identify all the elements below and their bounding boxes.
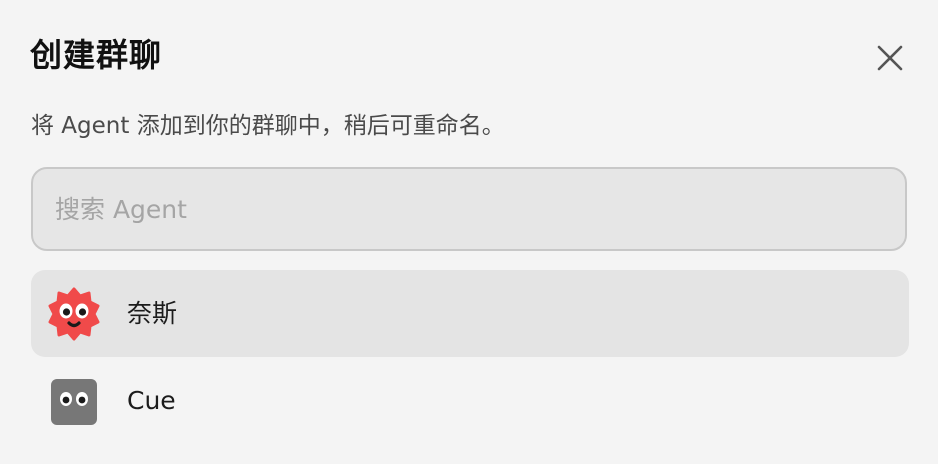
- dialog-subtitle: 将 Agent 添加到你的群聊中，稍后可重命名。: [31, 113, 505, 139]
- agent-item-cue[interactable]: Cue: [31, 357, 909, 444]
- close-icon: [877, 45, 903, 71]
- search-agent-input[interactable]: [31, 167, 907, 251]
- close-button[interactable]: [872, 40, 908, 76]
- red-flower-face-icon: [47, 287, 101, 341]
- agent-item-nice[interactable]: 奈斯: [31, 270, 909, 357]
- create-group-chat-dialog: 创建群聊 将 Agent 添加到你的群聊中，稍后可重命名。 奈斯: [0, 0, 938, 464]
- agent-name: Cue: [127, 386, 176, 415]
- agent-name: 奈斯: [127, 299, 178, 328]
- gray-square-eyes-icon: [51, 379, 97, 425]
- dialog-title: 创建群聊: [30, 36, 163, 74]
